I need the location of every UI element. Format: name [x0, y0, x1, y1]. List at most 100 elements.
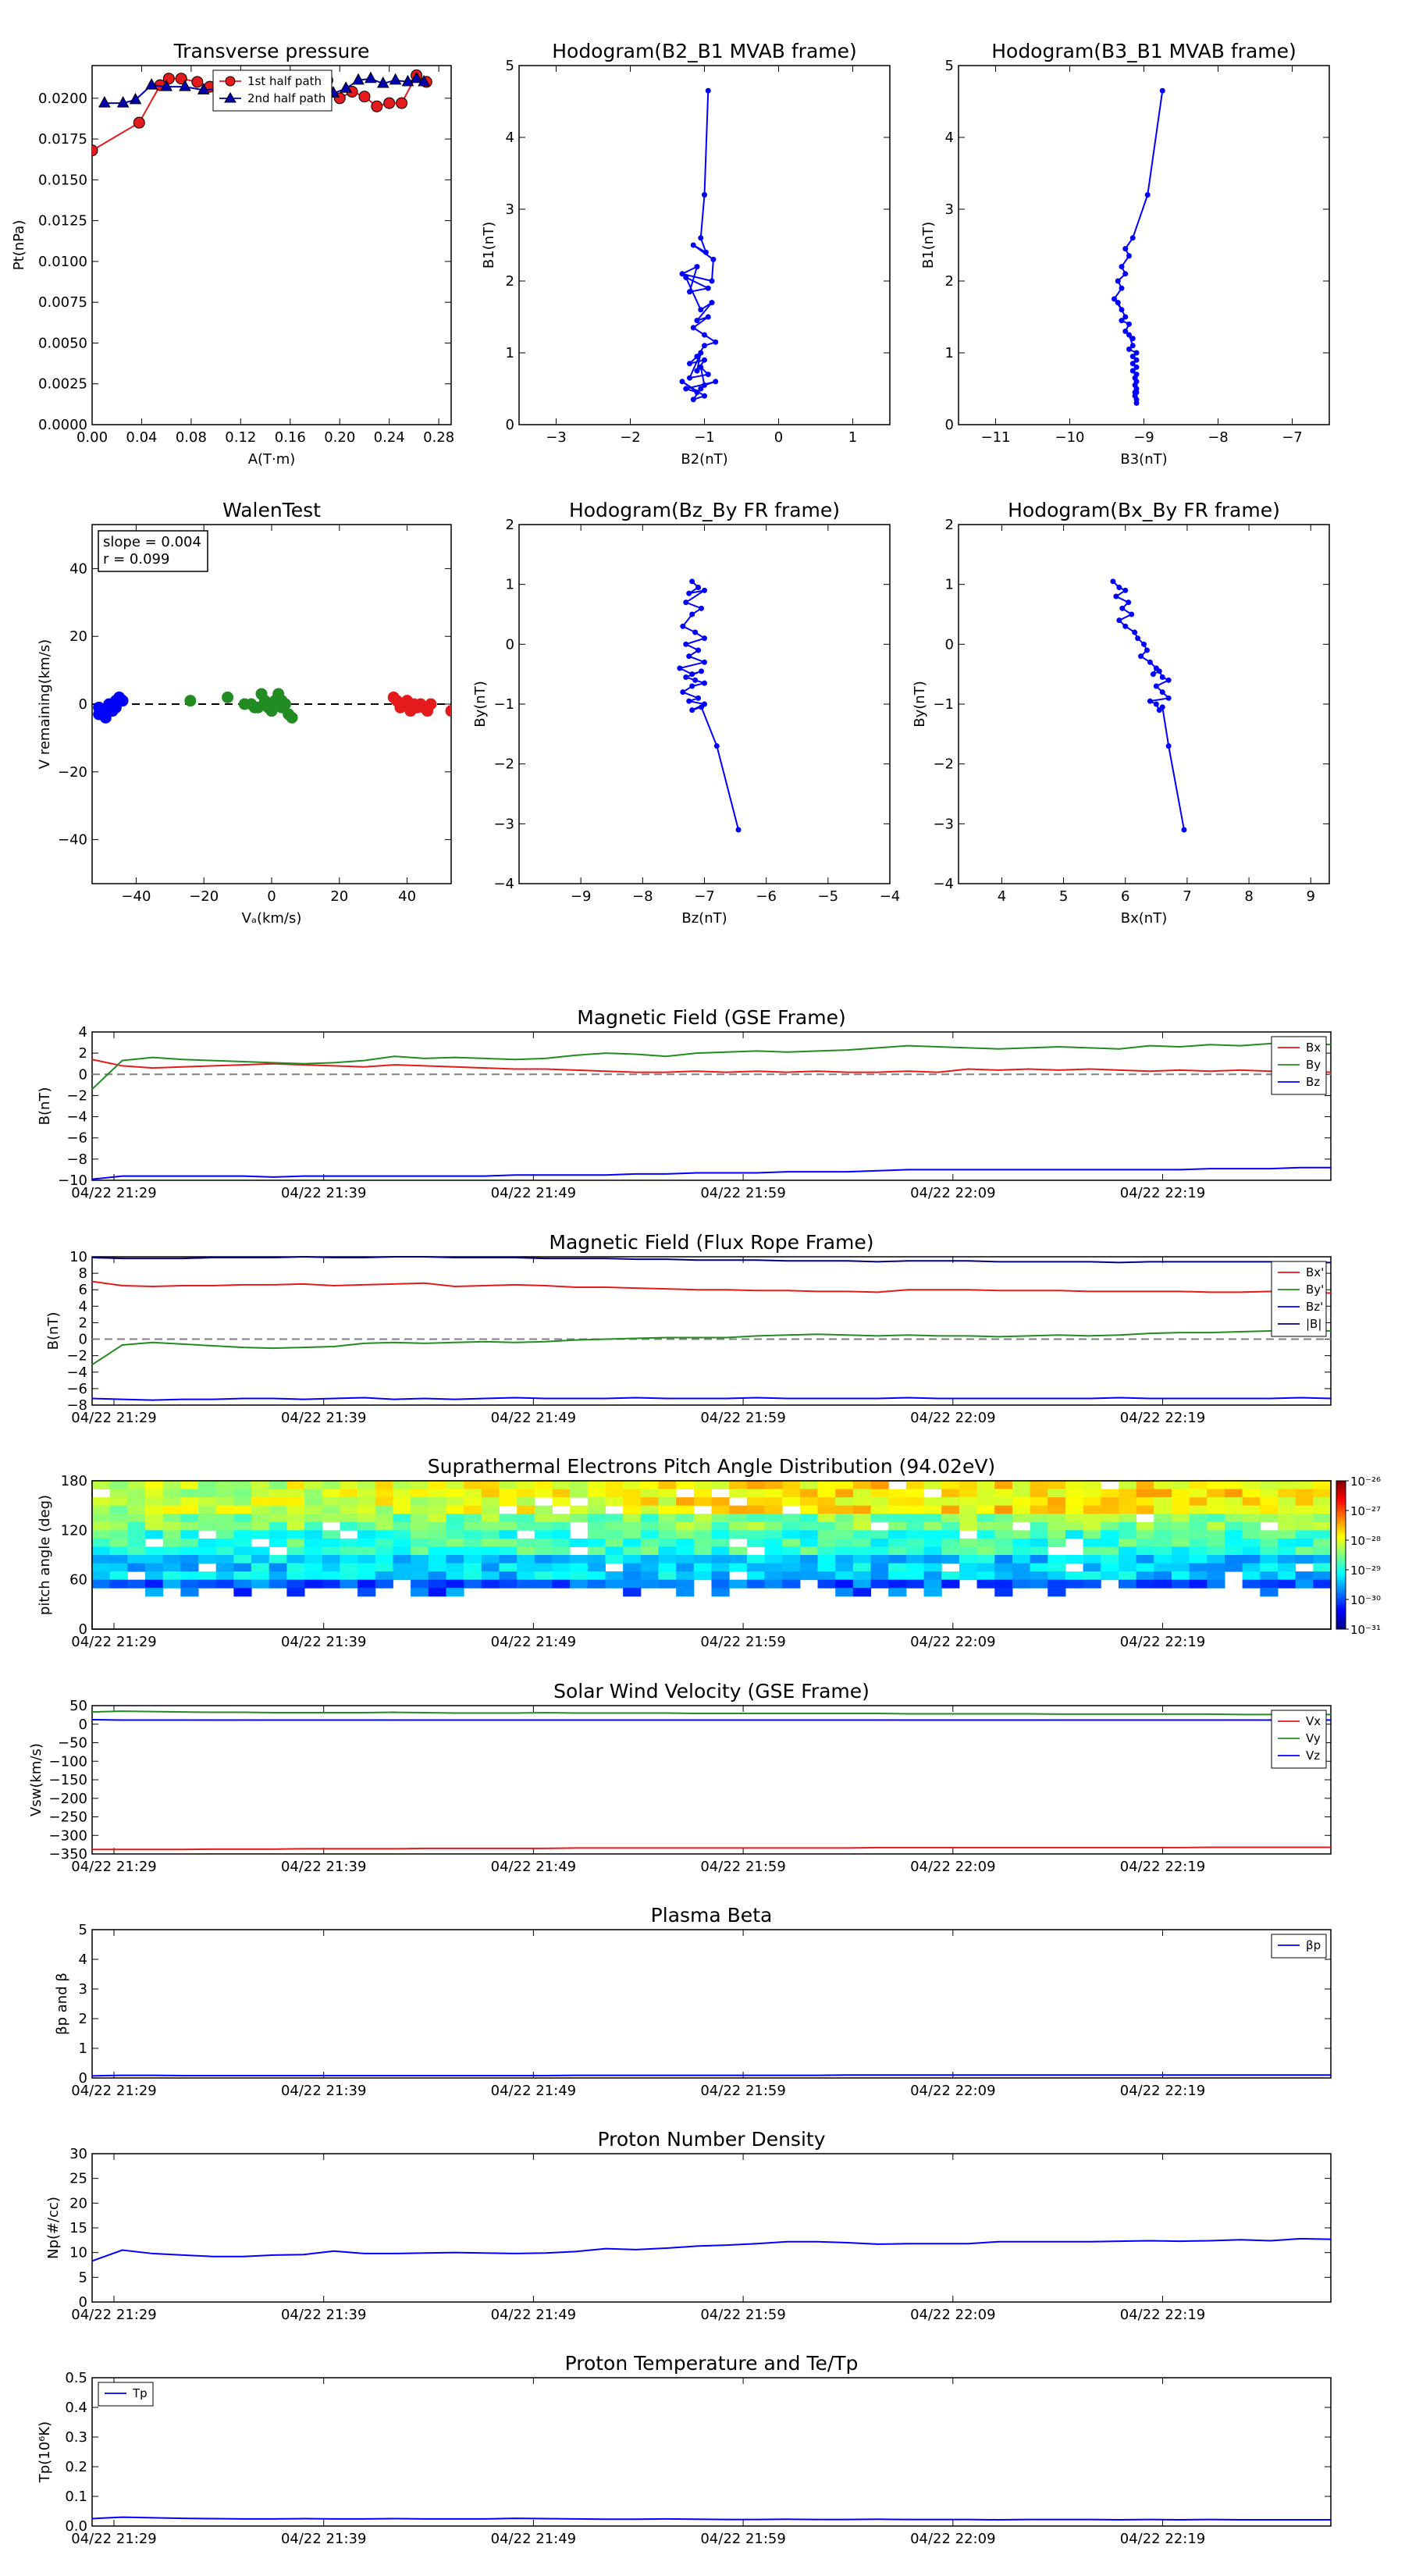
heatmap-cell	[1189, 1505, 1208, 1514]
y-tick-label: 5	[945, 58, 954, 74]
point-0-5	[1119, 605, 1126, 611]
heatmap-cell	[286, 1521, 305, 1531]
heatmap-cell	[499, 1579, 518, 1589]
heatmap-cell	[481, 1521, 500, 1531]
heatmap-cell	[322, 1481, 340, 1490]
heatmap-cell	[127, 1489, 146, 1498]
heatmap-cell	[304, 1489, 323, 1498]
heatmap-cell	[870, 1579, 889, 1589]
heatmap-cell	[923, 1546, 942, 1556]
panel-title: Transverse pressure	[173, 40, 370, 62]
heatmap-cell	[870, 1546, 889, 1556]
heatmap-cell	[976, 1571, 995, 1581]
heatmap-cell	[481, 1571, 500, 1581]
point-0-25	[687, 375, 692, 381]
heatmap-cell	[570, 1579, 589, 1589]
heatmap-cell	[215, 1481, 234, 1490]
heatmap-cell	[587, 1514, 606, 1523]
y-tick-label: −100	[49, 1753, 87, 1770]
heatmap-cell	[198, 1546, 217, 1556]
heatmap-cell	[393, 1521, 411, 1531]
point-0-3	[702, 587, 707, 593]
heatmap-cell	[923, 1538, 942, 1547]
heatmap-cell	[870, 1530, 889, 1539]
heatmap-cell	[905, 1497, 925, 1507]
heatmap-cell	[127, 1555, 146, 1564]
heatmap-cell	[127, 1538, 146, 1547]
heatmap-cell	[233, 1571, 252, 1581]
point-0-0	[1159, 87, 1165, 94]
heatmap-cells	[92, 1481, 1332, 1597]
point-0-11	[1115, 300, 1121, 306]
heatmap-cell	[888, 1514, 907, 1523]
heatmap-cell	[375, 1563, 393, 1572]
heatmap-cell	[109, 1579, 128, 1589]
legend-entry-2: Bz	[1306, 1075, 1320, 1089]
y-tick-label: 0	[506, 636, 514, 653]
heatmap-cell	[198, 1514, 217, 1523]
y-tick-label: 0.3	[65, 2429, 87, 2446]
heatmap-cell	[799, 1571, 819, 1581]
heatmap-cell	[304, 1521, 323, 1531]
heatmap-cell	[693, 1514, 712, 1523]
heatmap-cell	[1224, 1505, 1243, 1514]
heatmap-cell	[711, 1481, 730, 1490]
heatmap-cell	[145, 1588, 164, 1597]
time-tick-label: 04/22 22:19	[1120, 2307, 1205, 2323]
heatmap-cell	[1242, 1579, 1261, 1589]
heatmap-cell	[1048, 1530, 1066, 1539]
heatmap-cell	[1224, 1538, 1243, 1547]
heatmap-cell	[905, 1481, 925, 1490]
heatmap-cell	[1136, 1571, 1154, 1581]
heatmap-cell	[782, 1497, 801, 1507]
y-tick-label: 1	[945, 345, 954, 361]
heatmap-cell	[923, 1481, 942, 1490]
heatmap-cell	[905, 1563, 925, 1572]
heatmap-cell	[375, 1538, 393, 1547]
heatmap-cell	[640, 1546, 659, 1556]
heatmap-cell	[729, 1530, 748, 1539]
legend: Vx Vy Vz	[1271, 1710, 1327, 1769]
heatmap-cell	[693, 1555, 712, 1564]
panel-mag_gse: Magnetic Field (GSE Frame)−10−8−6−4−2024…	[37, 1006, 1332, 1201]
heatmap-cell	[994, 1579, 1013, 1589]
heatmap-cell	[411, 1546, 429, 1556]
heatmap-cell	[640, 1497, 659, 1507]
heatmap-cell	[570, 1555, 589, 1564]
y-tick-label: 4	[79, 1952, 87, 1968]
heatmap-cell	[180, 1497, 199, 1507]
heatmap-cell	[1136, 1521, 1154, 1531]
heatmap-cell	[1295, 1538, 1314, 1547]
y-tick-label: 20	[69, 2195, 87, 2211]
heatmap-cell	[1012, 1497, 1031, 1507]
heatmap-cell	[941, 1481, 960, 1490]
heatmap-cell	[251, 1555, 270, 1564]
heatmap-cell	[976, 1530, 995, 1539]
heatmap-cell	[570, 1571, 589, 1581]
heatmap-cell	[464, 1505, 482, 1514]
heatmap-cell	[623, 1538, 642, 1547]
heatmap-cell	[852, 1538, 872, 1547]
y-tick-label: 40	[69, 560, 87, 577]
heatmap-cell	[729, 1514, 748, 1523]
heatmap-cell	[693, 1497, 712, 1507]
plot-area	[91, 1031, 1332, 1181]
heatmap-cell	[1171, 1481, 1190, 1490]
point-0-12	[698, 307, 704, 313]
heatmap-cell	[215, 1571, 234, 1581]
heatmap-cell	[251, 1530, 270, 1539]
heatmap-cell	[1012, 1538, 1031, 1547]
heatmap-cell	[322, 1497, 340, 1507]
x-tick-label: 40	[398, 888, 416, 905]
panel-title: Hodogram(B2_B1 MVAB frame)	[552, 40, 857, 62]
y-tick-label: 0.0025	[38, 376, 87, 393]
time-tick-label: 04/22 21:59	[700, 1859, 785, 1875]
heatmap-cell	[1083, 1530, 1101, 1539]
heatmap-cell	[499, 1546, 518, 1556]
heatmap-cell	[127, 1481, 146, 1490]
time-tick-label: 04/22 21:59	[700, 2307, 785, 2323]
heatmap-cell	[1171, 1489, 1190, 1498]
heatmap-cell	[428, 1579, 446, 1589]
heatmap-cell	[269, 1555, 287, 1564]
heatmap-cell	[322, 1538, 340, 1547]
